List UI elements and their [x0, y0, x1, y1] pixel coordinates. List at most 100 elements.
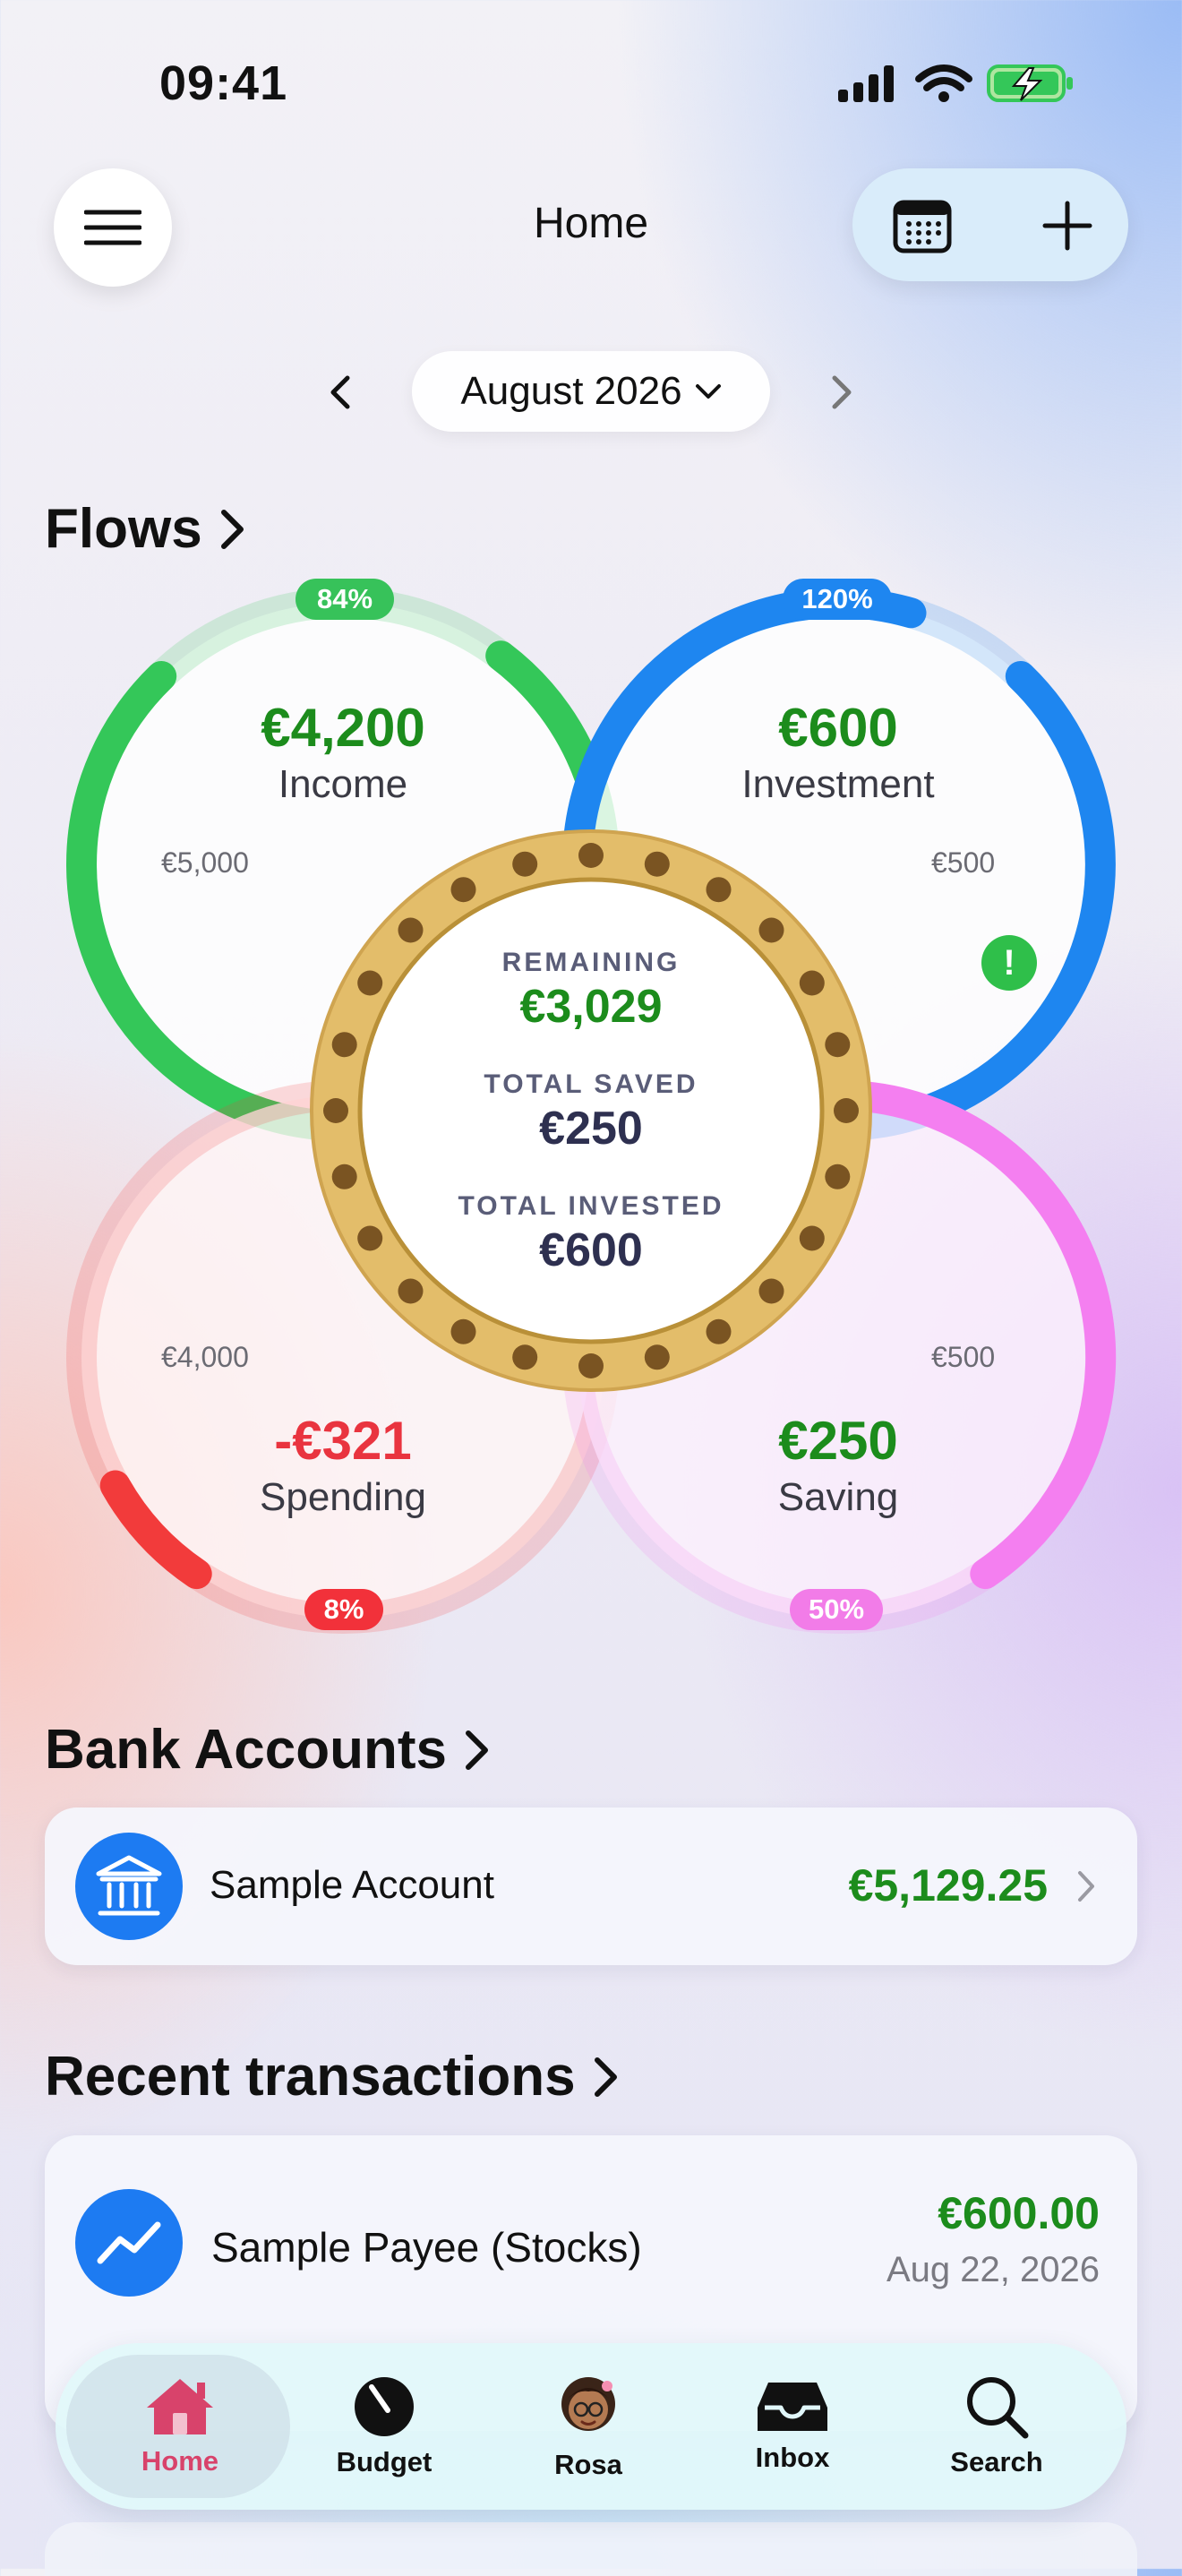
total-invested-label: TOTAL INVESTED: [458, 1191, 724, 1221]
account-name: Sample Account: [210, 1863, 494, 1907]
wifi-icon: [915, 64, 972, 91]
total-saved-value: €250: [539, 1103, 643, 1155]
spending-target: €4,000: [161, 1341, 249, 1373]
transaction-amount: €600.00: [938, 2188, 1100, 2238]
coin-dot: [644, 1344, 670, 1370]
income-amount: €4,200: [261, 698, 425, 758]
remaining-value: €3,029: [519, 981, 663, 1033]
income-target: €5,000: [161, 846, 249, 879]
transaction-payee: Sample Payee (Stocks): [211, 2224, 642, 2271]
coin-dot: [512, 1344, 538, 1370]
coin-dot: [758, 917, 784, 943]
spending-percent-badge: 8%: [304, 1589, 383, 1630]
bank-accounts-header[interactable]: Bank Accounts: [45, 1718, 490, 1782]
previous-month-button[interactable]: [313, 365, 367, 419]
coin-dot: [331, 1032, 357, 1058]
tab-label: Inbox: [755, 2442, 830, 2473]
spending-label: Spending: [260, 1475, 426, 1519]
tab-bar: Home Budget Rosa Inbox Search: [56, 2343, 1126, 2510]
spending-amount: -€321: [274, 1411, 412, 1471]
total-invested-block: TOTAL INVESTED €600: [367, 1191, 815, 1277]
cellular-signal-icon: [838, 65, 894, 102]
coin-dot: [644, 851, 670, 877]
nav-actions: [852, 168, 1128, 281]
coin-dot: [706, 1318, 732, 1344]
tab-inbox[interactable]: Inbox: [690, 2343, 895, 2510]
add-button[interactable]: [1028, 186, 1107, 265]
tab-label: Home: [141, 2445, 219, 2477]
bank-accounts-title: Bank Accounts: [45, 1719, 448, 1781]
hamburger-icon: [84, 210, 141, 245]
tab-home[interactable]: Home: [77, 2343, 283, 2510]
chevron-down-icon: [695, 384, 721, 399]
coin-dot: [758, 1278, 784, 1304]
magnifier-icon: [967, 2377, 1029, 2439]
status-icons: [836, 61, 1078, 106]
total-saved-block: TOTAL SAVED €250: [367, 1069, 815, 1155]
investment-target: €500: [931, 846, 996, 879]
coin-dot: [578, 1353, 604, 1378]
tray-icon: [758, 2383, 827, 2431]
coin-dot: [450, 877, 476, 903]
next-month-button[interactable]: [815, 365, 869, 419]
investment-percent-badge: 120%: [783, 579, 892, 620]
house-icon: [147, 2379, 213, 2434]
income-percent-badge: 84%: [296, 579, 394, 620]
coin-dot: [398, 917, 424, 943]
menu-button[interactable]: [54, 168, 172, 287]
tab-rosa[interactable]: Rosa: [485, 2343, 691, 2510]
page-title: Home: [533, 200, 649, 247]
income-label: Income: [278, 762, 408, 806]
coin-dot: [323, 1098, 348, 1123]
investment-summary[interactable]: €600 Investment: [659, 697, 1017, 807]
calendar-icon: [893, 200, 952, 253]
gauge-icon: [355, 2377, 414, 2436]
transaction-row[interactable]: Sample Payee (Stocks) €600.00 Aug 22, 20…: [45, 2135, 1137, 2314]
coin-dot: [825, 1163, 851, 1189]
calendar-button[interactable]: [883, 186, 962, 265]
coin-dot: [450, 1318, 476, 1344]
saving-amount: €250: [778, 1411, 898, 1471]
avatar-icon: [561, 2377, 615, 2431]
flows-chart: 84% €4,200 Income €5,000 120% €600 Inves…: [0, 573, 1182, 1648]
income-summary[interactable]: €4,200 Income: [164, 697, 522, 807]
month-selector[interactable]: August 2026: [412, 351, 770, 432]
bank-account-row[interactable]: Sample Account €5,129.25: [45, 1807, 1137, 1965]
flows-header[interactable]: Flows: [45, 497, 245, 561]
chevron-right-icon: [466, 1730, 489, 1770]
coin-dot: [825, 1032, 851, 1058]
coin-dot: [578, 843, 604, 868]
chevron-right-icon: [1078, 1871, 1094, 1902]
saving-percent-badge: 50%: [790, 1589, 883, 1630]
recent-transactions-header[interactable]: Recent transactions: [45, 2045, 619, 2108]
tab-label: Rosa: [554, 2449, 622, 2480]
spending-summary[interactable]: -€321 Spending: [164, 1410, 522, 1520]
remaining-block: REMAINING €3,029: [367, 948, 815, 1034]
warning-icon[interactable]: !: [981, 935, 1037, 991]
saving-label: Saving: [777, 1475, 899, 1519]
saving-target: €500: [931, 1341, 996, 1373]
coin-dot: [834, 1098, 859, 1123]
transaction-date: Aug 22, 2026: [886, 2250, 1100, 2289]
coin-dot: [512, 851, 538, 877]
tab-budget[interactable]: Budget: [281, 2343, 487, 2510]
coin-dot: [331, 1163, 357, 1189]
status-time: 09:41: [159, 56, 288, 110]
total-saved-label: TOTAL SAVED: [484, 1069, 698, 1099]
plus-icon: [1042, 201, 1092, 251]
tab-search[interactable]: Search: [894, 2343, 1100, 2510]
chevron-right-icon: [220, 509, 244, 549]
flows-title: Flows: [45, 498, 202, 560]
coin-dot: [398, 1278, 424, 1304]
trend-up-icon: [75, 2189, 183, 2297]
total-invested-value: €600: [539, 1224, 643, 1276]
chevron-left-icon: [330, 375, 350, 409]
saving-summary[interactable]: €250 Saving: [659, 1410, 1017, 1520]
chevron-right-icon: [832, 375, 852, 409]
coin-dot: [706, 877, 732, 903]
next-card-peek: [45, 2522, 1137, 2576]
remaining-label: REMAINING: [501, 948, 681, 977]
investment-label: Investment: [741, 762, 935, 806]
month-label: August 2026: [460, 369, 682, 413]
battery-charging-icon: [987, 64, 1073, 102]
